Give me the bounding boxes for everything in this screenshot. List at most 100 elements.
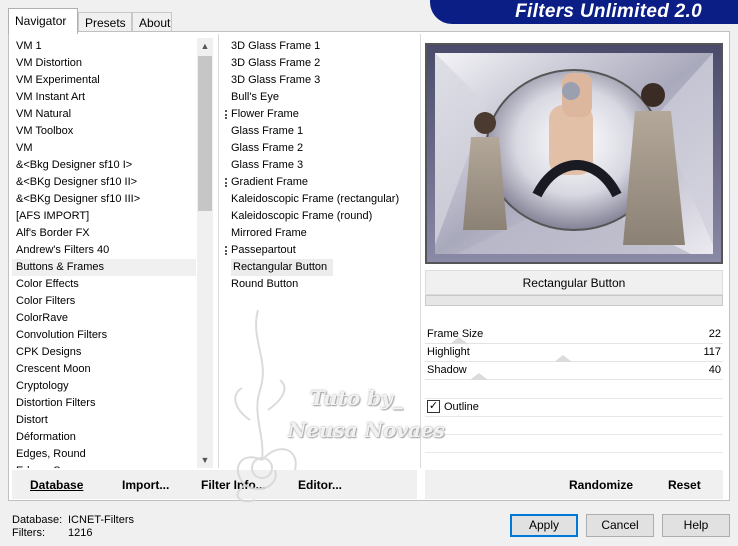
filter-item[interactable]: Round Button bbox=[225, 276, 417, 293]
filter-list[interactable]: 3D Glass Frame 1 3D Glass Frame 2 3D Glass… bbox=[225, 38, 417, 468]
database-button[interactable]: Database bbox=[30, 478, 83, 492]
category-item[interactable]: ColorRave bbox=[12, 310, 196, 327]
category-scrollbar[interactable]: ▲ ▼ bbox=[197, 38, 213, 468]
filter-item-label: Kaleidoscopic Frame (round) bbox=[231, 210, 373, 222]
filter-item-label: 3D Glass Frame 3 bbox=[231, 74, 321, 86]
status-database-label: Database: bbox=[12, 514, 63, 526]
list-action-bar: Database Import... Filter Info... Editor… bbox=[12, 470, 417, 499]
category-item[interactable]: VM Toolbox bbox=[12, 123, 196, 140]
category-item[interactable]: &<BKg Designer sf10 III> bbox=[12, 191, 196, 208]
title-banner: Filters Unlimited 2.0 bbox=[430, 0, 738, 24]
category-item[interactable]: &<BKg Designer sf10 II> bbox=[12, 174, 196, 191]
category-item[interactable]: Déformation bbox=[12, 429, 196, 446]
category-item[interactable]: Distort bbox=[12, 412, 196, 429]
category-item[interactable]: Color Filters bbox=[12, 293, 196, 310]
reset-button[interactable]: Reset bbox=[668, 478, 701, 492]
status-filters-value: 1216 bbox=[68, 527, 93, 539]
category-item[interactable]: VM Natural bbox=[12, 106, 196, 123]
category-item[interactable]: Distortion Filters bbox=[12, 395, 196, 412]
filter-item[interactable]: Glass Frame 1 bbox=[225, 123, 417, 140]
status-filters-label: Filters: bbox=[12, 527, 45, 539]
tab-navigator[interactable]: Navigator bbox=[8, 8, 78, 34]
filter-item-label: Glass Frame 3 bbox=[231, 159, 304, 171]
slider-frame-size[interactable]: Frame Size 22 bbox=[425, 326, 723, 344]
filter-item-label: 3D Glass Frame 2 bbox=[231, 57, 321, 69]
filter-item-label: 3D Glass Frame 1 bbox=[231, 40, 321, 52]
category-item[interactable]: VM Distortion bbox=[12, 55, 196, 72]
filter-item-label: Glass Frame 2 bbox=[231, 142, 304, 154]
scroll-up-icon[interactable]: ▲ bbox=[197, 38, 213, 54]
status-database-value: ICNET-Filters bbox=[68, 514, 134, 526]
filter-item[interactable]: 3D Glass Frame 2 bbox=[225, 55, 417, 72]
import-button[interactable]: Import... bbox=[122, 478, 169, 492]
editor-button[interactable]: Editor... bbox=[298, 478, 342, 492]
slider-highlight[interactable]: Highlight 117 bbox=[425, 344, 723, 362]
category-item[interactable]: Cryptology bbox=[12, 378, 196, 395]
filter-item-label: Glass Frame 1 bbox=[231, 125, 304, 137]
divider bbox=[218, 34, 219, 468]
outline-label: Outline bbox=[444, 401, 479, 413]
category-item[interactable]: VM Experimental bbox=[12, 72, 196, 89]
filter-item[interactable]: Passepartout bbox=[225, 242, 417, 259]
filter-item-label: Mirrored Frame bbox=[231, 227, 307, 239]
filter-item[interactable]: 3D Glass Frame 1 bbox=[225, 38, 417, 55]
tab-presets[interactable]: Presets bbox=[78, 12, 132, 32]
category-list[interactable]: VM 1 VM Distortion VM Experimental VM Insta… bbox=[12, 38, 196, 468]
category-item[interactable]: Buttons & Frames bbox=[12, 259, 196, 276]
tab-about[interactable]: About bbox=[132, 12, 172, 32]
preset-marker-icon bbox=[225, 246, 227, 255]
filter-item[interactable]: Mirrored Frame bbox=[225, 225, 417, 242]
filter-info-button[interactable]: Filter Info... bbox=[201, 478, 266, 492]
category-item[interactable]: VM bbox=[12, 140, 196, 157]
randomize-button[interactable]: Randomize bbox=[569, 478, 633, 492]
help-button[interactable]: Help bbox=[662, 514, 730, 537]
category-item[interactable]: CPK Designs bbox=[12, 344, 196, 361]
status-filters: Filters: 1216 bbox=[12, 527, 92, 539]
category-item[interactable]: VM Instant Art bbox=[12, 89, 196, 106]
preview-artwork bbox=[427, 45, 721, 262]
progress-bar bbox=[425, 295, 723, 306]
category-item[interactable]: VM 1 bbox=[12, 38, 196, 55]
filter-item[interactable]: 3D Glass Frame 3 bbox=[225, 72, 417, 89]
status-database: Database: ICNET-Filters bbox=[12, 514, 134, 526]
scroll-thumb[interactable] bbox=[198, 56, 212, 211]
category-item[interactable]: Color Effects bbox=[12, 276, 196, 293]
filter-item-label: Flower Frame bbox=[231, 108, 299, 120]
outline-checkbox-row[interactable]: ✓ Outline bbox=[425, 398, 723, 418]
cancel-button[interactable]: Cancel bbox=[586, 514, 654, 537]
category-item[interactable]: Edges, Round bbox=[12, 446, 196, 463]
filter-item[interactable]: Glass Frame 3 bbox=[225, 157, 417, 174]
selected-filter-name: Rectangular Button bbox=[425, 270, 723, 295]
divider bbox=[425, 434, 723, 435]
preset-marker-icon bbox=[225, 178, 227, 187]
slider-shadow[interactable]: Shadow 40 bbox=[425, 362, 723, 380]
category-item[interactable]: Convolution Filters bbox=[12, 327, 196, 344]
divider bbox=[420, 34, 421, 468]
category-item[interactable]: Crescent Moon bbox=[12, 361, 196, 378]
filter-item[interactable]: Gradient Frame bbox=[225, 174, 417, 191]
slider-value: 117 bbox=[703, 346, 721, 358]
slider-thumb[interactable] bbox=[553, 355, 572, 362]
category-item[interactable]: [AFS IMPORT] bbox=[12, 208, 196, 225]
preview-image bbox=[425, 43, 723, 264]
filter-item[interactable]: Bull's Eye bbox=[225, 89, 417, 106]
category-item[interactable]: Alf's Border FX bbox=[12, 225, 196, 242]
slider-value: 22 bbox=[708, 328, 721, 340]
filter-item[interactable]: Kaleidoscopic Frame (rectangular) bbox=[225, 191, 417, 208]
slider-value: 40 bbox=[708, 364, 721, 376]
filter-item[interactable]: Flower Frame bbox=[225, 106, 417, 123]
slider-label: Highlight bbox=[427, 346, 470, 358]
filter-item[interactable]: Kaleidoscopic Frame (round) bbox=[225, 208, 417, 225]
apply-button[interactable]: Apply bbox=[510, 514, 578, 537]
settings-action-bar: Randomize Reset bbox=[425, 470, 723, 499]
outline-checkbox[interactable]: ✓ bbox=[427, 400, 440, 413]
scroll-down-icon[interactable]: ▼ bbox=[197, 452, 213, 468]
category-item[interactable]: &<Bkg Designer sf10 I> bbox=[12, 157, 196, 174]
category-item[interactable]: Edges, Square bbox=[12, 463, 196, 468]
filter-item-label: Bull's Eye bbox=[231, 91, 279, 103]
filter-item[interactable]: Glass Frame 2 bbox=[225, 140, 417, 157]
slider-thumb[interactable] bbox=[450, 337, 469, 344]
filter-item[interactable]: Rectangular Button bbox=[225, 259, 417, 276]
slider-thumb[interactable] bbox=[469, 373, 488, 380]
category-item[interactable]: Andrew's Filters 40 bbox=[12, 242, 196, 259]
